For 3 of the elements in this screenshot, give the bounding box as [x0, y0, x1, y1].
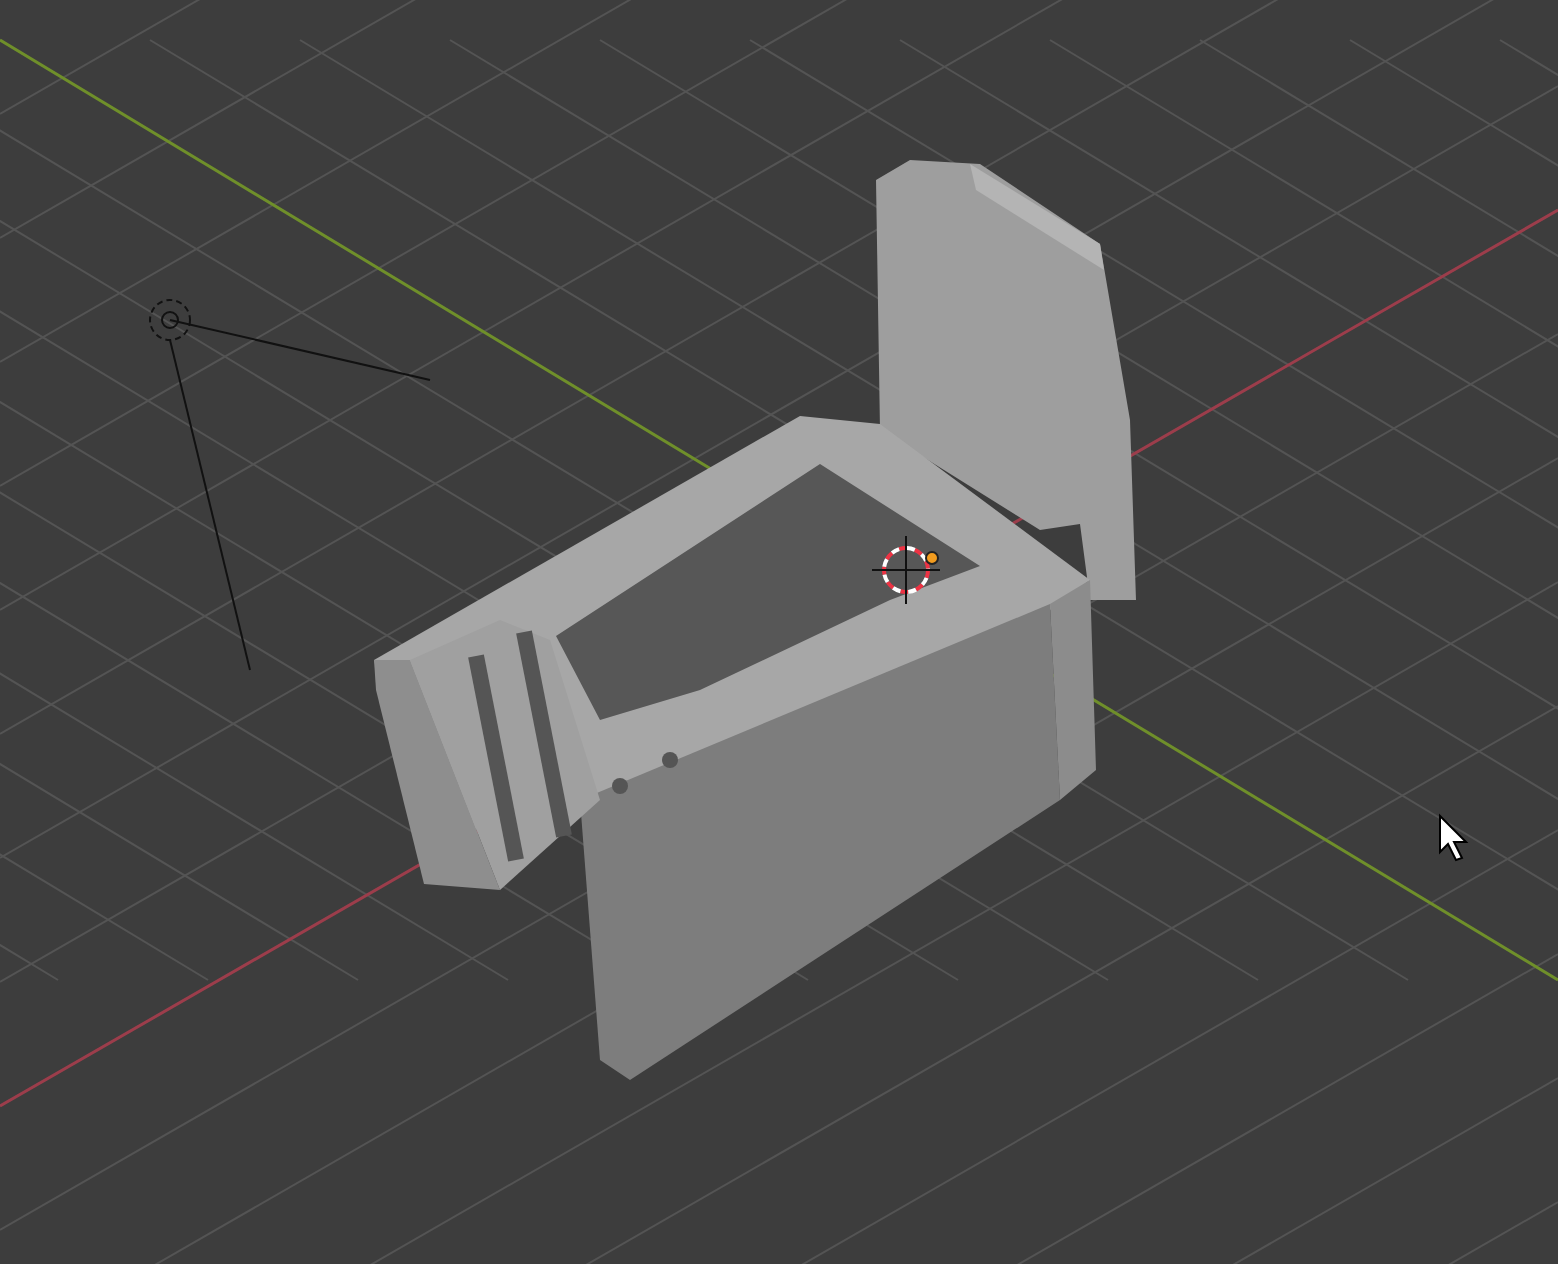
- cursor-3d-icon: [871, 535, 941, 605]
- mouse-pointer-icon: [1439, 813, 1469, 862]
- light-icon: [149, 299, 431, 671]
